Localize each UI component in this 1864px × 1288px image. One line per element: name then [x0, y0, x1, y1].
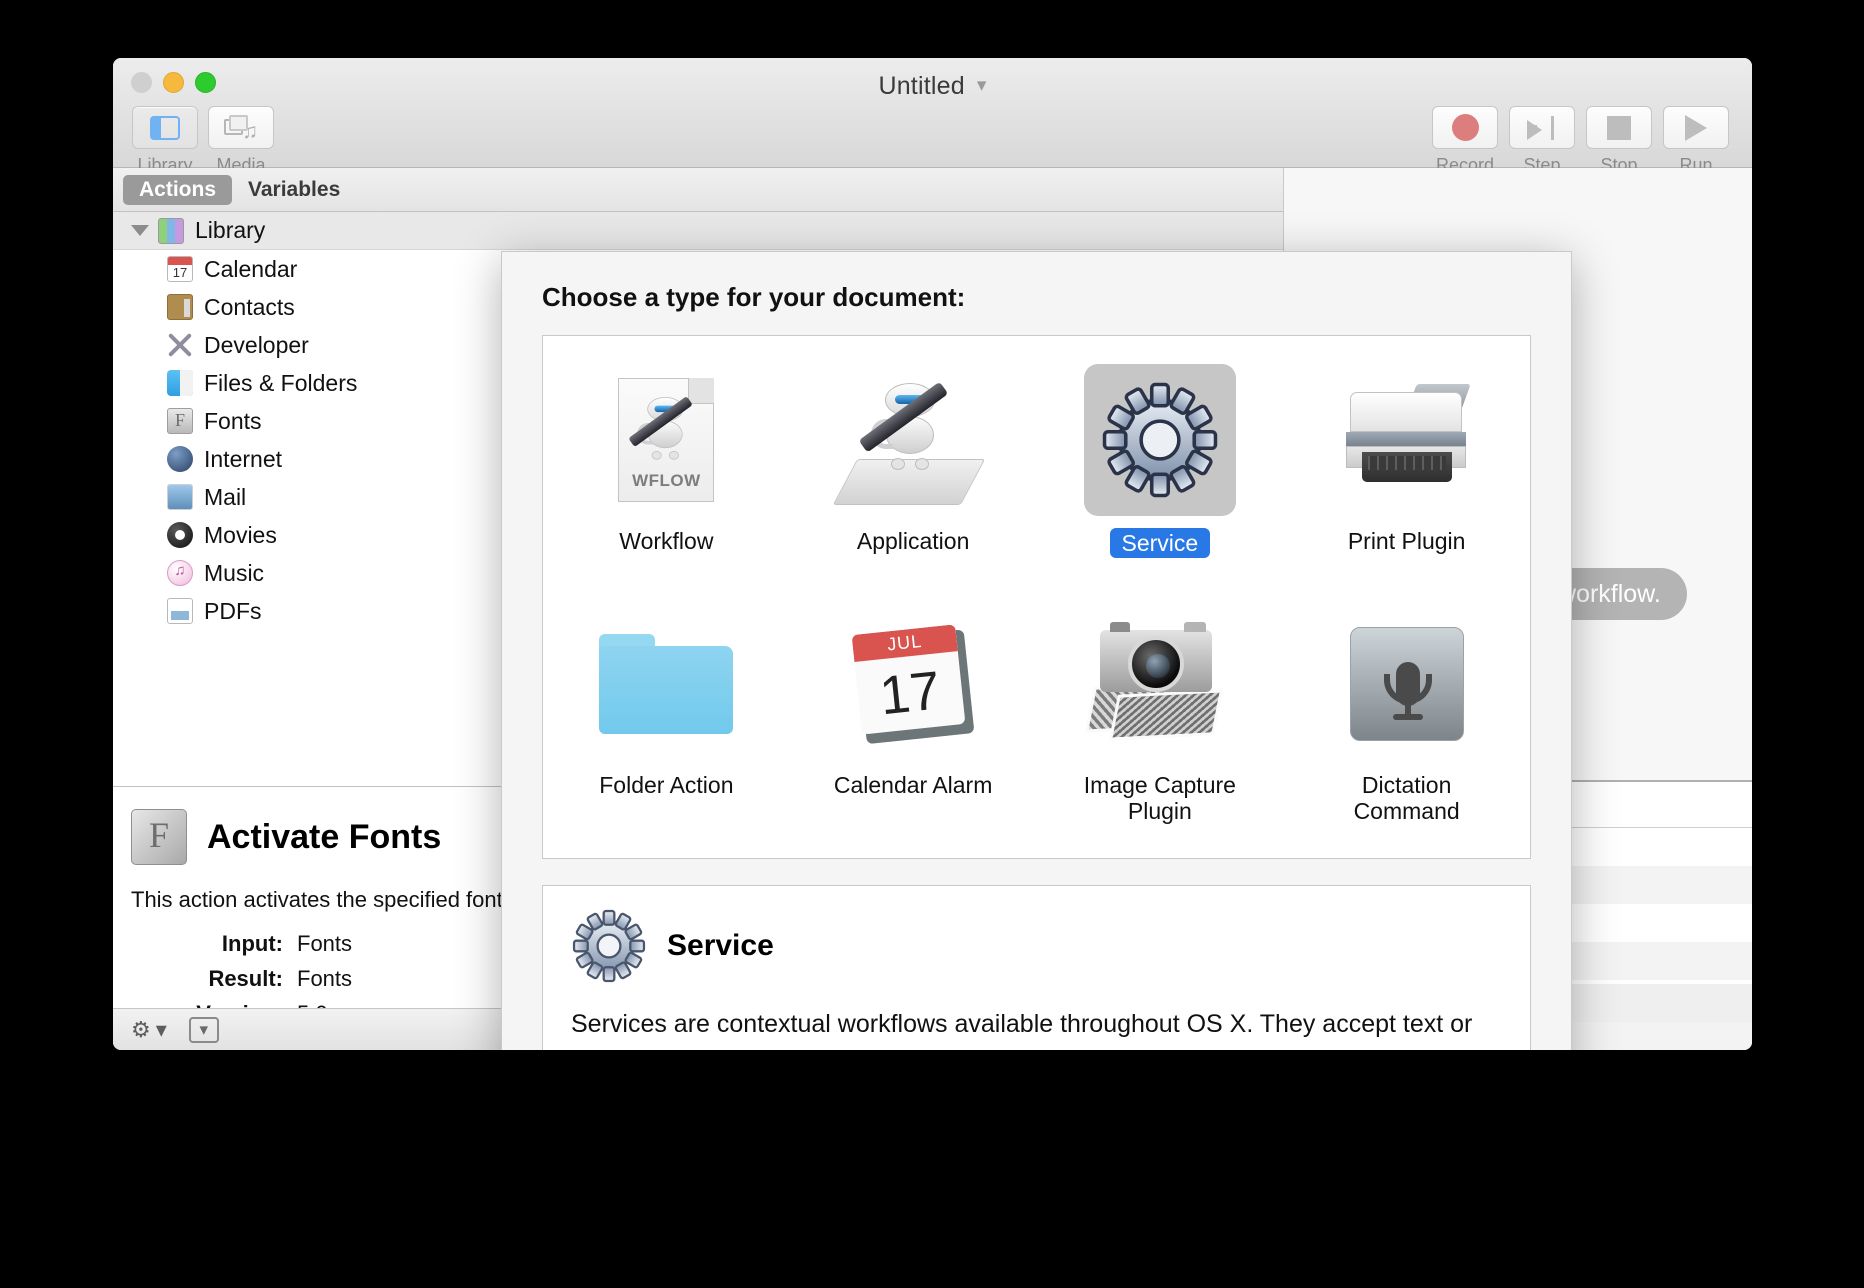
sidebar-item-label: Movies	[204, 522, 277, 549]
sidebar-item-label: Files & Folders	[204, 370, 357, 397]
document-type-label: DictationCommand	[1354, 772, 1460, 825]
gear-glyph	[1101, 381, 1219, 499]
document-type-grid-container: WFLOW Workflow	[542, 335, 1531, 859]
action-info-title: Activate Fonts	[207, 818, 441, 857]
document-type-image-capture-plugin[interactable]: Image CapturePlugin	[1037, 594, 1284, 838]
toolbar-stop-button[interactable]: Stop	[1585, 106, 1653, 176]
run-button-box[interactable]	[1663, 106, 1729, 149]
document-type-label: Calendar Alarm	[834, 772, 993, 798]
action-info-value: Fonts	[297, 931, 352, 957]
library-button-box[interactable]	[132, 106, 198, 149]
toolbar-media-button[interactable]: ♫ Media	[207, 106, 275, 176]
folder-icon	[590, 608, 742, 760]
step-icon	[1527, 116, 1557, 140]
toolbar-record-button[interactable]: Record	[1431, 106, 1499, 176]
detail-header: Service	[571, 908, 1502, 984]
document-type-calendar-alarm[interactable]: JUL 17 Calendar Alarm	[790, 594, 1037, 838]
run-icon	[1685, 115, 1707, 141]
stop-icon	[1607, 116, 1631, 140]
toolbar-step-button[interactable]: Step	[1508, 106, 1576, 176]
document-type-workflow[interactable]: WFLOW Workflow	[543, 350, 790, 594]
document-type-service[interactable]: Service	[1037, 350, 1284, 594]
sidebar-item-label: Library	[195, 217, 265, 244]
calendar-day-label: 17	[855, 651, 966, 734]
disclosure-button[interactable]: ▾	[189, 1017, 219, 1043]
disclosure-triangle-icon[interactable]	[131, 225, 149, 236]
toolbar-library-button[interactable]: Library	[131, 106, 199, 176]
choose-document-type-sheet: Choose a type for your document:	[501, 251, 1572, 1050]
contacts-icon	[167, 294, 193, 320]
gear-icon	[571, 908, 647, 984]
toolbar-run-button[interactable]: Run	[1662, 106, 1730, 176]
automator-robot-icon	[837, 364, 989, 516]
library-segmented-control: Actions Variables	[113, 168, 1283, 212]
library-gear-menu-button[interactable]: ⚙ ▾	[131, 1017, 167, 1043]
microphone-icon	[1331, 608, 1483, 760]
sidebar-item-library[interactable]: Library	[113, 212, 1283, 250]
calendar-icon	[167, 256, 193, 282]
document-type-grid: WFLOW Workflow	[543, 350, 1530, 838]
stop-button-box[interactable]	[1586, 106, 1652, 149]
printer-icon	[1331, 364, 1483, 516]
toolbar-left-group: Library ♫ Media	[131, 106, 275, 176]
font-book-icon	[131, 809, 187, 865]
gear-icon	[1084, 364, 1236, 516]
camera-icon	[1084, 608, 1236, 760]
chevron-down-icon: ▾	[200, 1020, 209, 1040]
document-type-label: Service	[1110, 528, 1211, 558]
window-title-text: Untitled	[878, 72, 964, 100]
movies-icon	[167, 522, 193, 548]
document-type-label: Print Plugin	[1348, 528, 1466, 554]
music-icon	[167, 560, 193, 586]
sidebar-item-label: Calendar	[204, 256, 297, 283]
document-type-label: Application	[857, 528, 970, 554]
document-type-print-plugin[interactable]: Print Plugin	[1283, 350, 1530, 594]
document-type-application[interactable]: Application	[790, 350, 1037, 594]
media-icon: ♫	[224, 115, 258, 141]
window-title: Untitled ▾	[113, 72, 1752, 101]
sidebar-item-label: Music	[204, 560, 264, 587]
fonts-icon	[167, 408, 193, 434]
step-button-box[interactable]	[1509, 106, 1575, 149]
sidebar-item-label: Mail	[204, 484, 246, 511]
title-chevron-down-icon[interactable]: ▾	[977, 74, 987, 97]
developer-icon	[167, 332, 193, 358]
sidebar-item-label: Contacts	[204, 294, 295, 321]
action-info-value: Fonts	[297, 966, 352, 992]
library-books-icon	[158, 218, 184, 244]
record-button-box[interactable]	[1432, 106, 1498, 149]
finder-icon	[167, 370, 193, 396]
document-type-label: Workflow	[619, 528, 713, 554]
calendar-icon: JUL 17	[837, 608, 989, 760]
record-icon	[1452, 114, 1479, 141]
sidebar-item-label: Developer	[204, 332, 309, 359]
chevron-down-icon: ▾	[156, 1017, 167, 1043]
sidebar-item-label: PDFs	[204, 598, 262, 625]
detail-body: Services are contextual workflows availa…	[571, 1006, 1502, 1050]
window-titlebar: Untitled▾ Library ♫ Media	[113, 58, 1752, 168]
internet-icon	[167, 446, 193, 472]
detail-title: Service	[667, 929, 774, 963]
document-type-detail-box: Service Services are contextual workflow…	[542, 885, 1531, 1050]
workflow-badge-text: WFLOW	[619, 471, 713, 491]
gear-icon: ⚙	[131, 1017, 151, 1043]
action-info-key: Result:	[131, 966, 283, 992]
document-type-label: Image CapturePlugin	[1084, 772, 1236, 825]
automator-window: Untitled ▾ Library ♫ Media	[113, 58, 1752, 1050]
sheet-title: Choose a type for your document:	[542, 282, 1571, 313]
toolbar-right-group: Record Step Stop Run	[1431, 106, 1730, 176]
tab-variables[interactable]: Variables	[232, 175, 356, 205]
sidebar-item-label: Internet	[204, 446, 282, 473]
document-type-label: Folder Action	[599, 772, 733, 798]
document-type-dictation-command[interactable]: DictationCommand	[1283, 594, 1530, 838]
workflow-document-icon: WFLOW	[590, 364, 742, 516]
tab-actions[interactable]: Actions	[123, 175, 232, 205]
sidebar-item-label: Fonts	[204, 408, 262, 435]
action-info-key: Input:	[131, 931, 283, 957]
pdf-icon	[167, 598, 193, 624]
mail-icon	[167, 484, 193, 510]
media-button-box[interactable]: ♫	[208, 106, 274, 149]
document-type-folder-action[interactable]: Folder Action	[543, 594, 790, 838]
library-icon	[150, 116, 180, 140]
